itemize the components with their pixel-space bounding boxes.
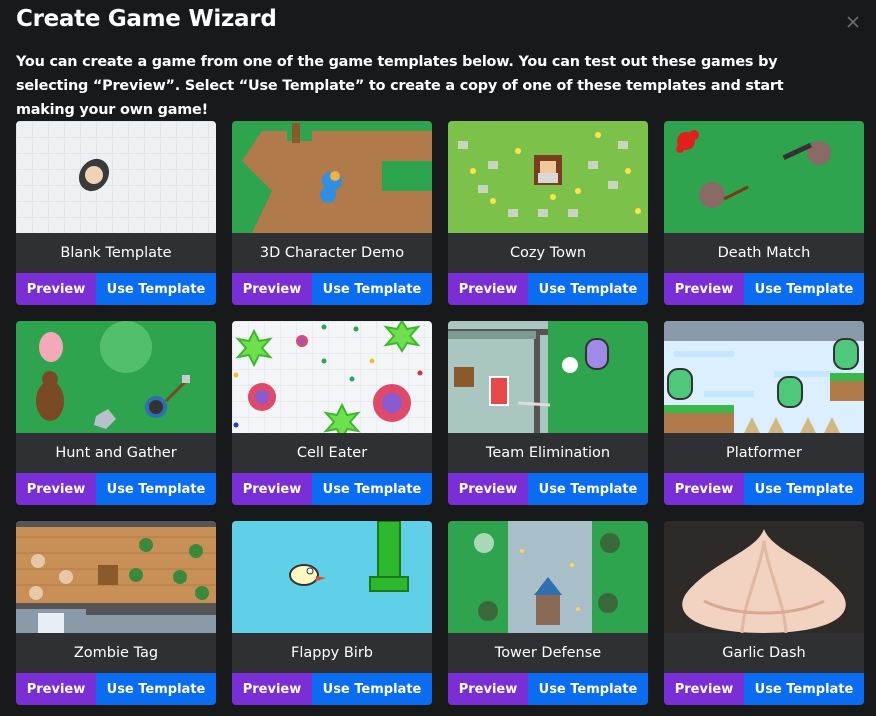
template-name: Zombie Tag: [16, 633, 216, 673]
template-card-team-elimination: Team Elimination Preview Use Template: [448, 321, 648, 505]
template-thumbnail[interactable]: [16, 321, 216, 433]
template-thumbnail[interactable]: [448, 121, 648, 233]
template-card-3d-character-demo: 3D Character Demo Preview Use Template: [232, 121, 432, 305]
preview-button[interactable]: Preview: [16, 673, 96, 705]
use-template-button[interactable]: Use Template: [312, 673, 432, 705]
dialog-description: You can create a game from one of the ga…: [16, 54, 784, 118]
template-card-blank-template: Blank Template Preview Use Template: [16, 121, 216, 305]
template-card-cozy-town: Cozy Town Preview Use Template: [448, 121, 648, 305]
template-thumbnail[interactable]: [232, 321, 432, 433]
preview-button[interactable]: Preview: [664, 673, 744, 705]
use-template-button[interactable]: Use Template: [528, 673, 648, 705]
preview-button[interactable]: Preview: [232, 673, 312, 705]
use-template-button[interactable]: Use Template: [312, 273, 432, 305]
template-grid: Blank Template Preview Use Template 3D C…: [16, 121, 864, 705]
preview-button[interactable]: Preview: [448, 673, 528, 705]
template-thumbnail[interactable]: [448, 521, 648, 633]
template-thumbnail[interactable]: [448, 321, 648, 433]
preview-button[interactable]: Preview: [664, 473, 744, 505]
template-thumbnail[interactable]: [16, 121, 216, 233]
preview-button[interactable]: Preview: [232, 473, 312, 505]
template-name: Hunt and Gather: [16, 433, 216, 473]
template-name: Tower Defense: [448, 633, 648, 673]
template-thumbnail[interactable]: [664, 121, 864, 233]
preview-button[interactable]: Preview: [448, 473, 528, 505]
use-template-button[interactable]: Use Template: [744, 273, 864, 305]
use-template-button[interactable]: Use Template: [96, 673, 216, 705]
preview-button[interactable]: Preview: [232, 273, 312, 305]
use-template-button[interactable]: Use Template: [312, 473, 432, 505]
template-name: Flappy Birb: [232, 633, 432, 673]
template-card-zombie-tag: Zombie Tag Preview Use Template: [16, 521, 216, 705]
template-card-platformer: Platformer Preview Use Template: [664, 321, 864, 505]
use-template-button[interactable]: Use Template: [96, 473, 216, 505]
template-thumbnail[interactable]: [16, 521, 216, 633]
template-name: Garlic Dash: [664, 633, 864, 673]
template-name: Cozy Town: [448, 233, 648, 273]
preview-button[interactable]: Preview: [664, 273, 744, 305]
template-name: 3D Character Demo: [232, 233, 432, 273]
use-template-button[interactable]: Use Template: [528, 473, 648, 505]
template-thumbnail[interactable]: [664, 321, 864, 433]
template-thumbnail[interactable]: [664, 521, 864, 633]
use-template-button[interactable]: Use Template: [744, 473, 864, 505]
template-thumbnail[interactable]: [232, 121, 432, 233]
preview-button[interactable]: Preview: [448, 273, 528, 305]
template-name: Platformer: [664, 433, 864, 473]
template-name: Cell Eater: [232, 433, 432, 473]
template-name: Team Elimination: [448, 433, 648, 473]
preview-button[interactable]: Preview: [16, 273, 96, 305]
template-thumbnail[interactable]: [232, 521, 432, 633]
close-icon[interactable]: [844, 13, 862, 31]
preview-button[interactable]: Preview: [16, 473, 96, 505]
template-card-garlic-dash: Garlic Dash Preview Use Template: [664, 521, 864, 705]
template-card-tower-defense: Tower Defense Preview Use Template: [448, 521, 648, 705]
use-template-button[interactable]: Use Template: [528, 273, 648, 305]
use-template-button[interactable]: Use Template: [744, 673, 864, 705]
template-card-flappy-birb: Flappy Birb Preview Use Template: [232, 521, 432, 705]
use-template-button[interactable]: Use Template: [96, 273, 216, 305]
template-name: Blank Template: [16, 233, 216, 273]
template-name: Death Match: [664, 233, 864, 273]
template-card-hunt-and-gather: Hunt and Gather Preview Use Template: [16, 321, 216, 505]
template-card-cell-eater: Cell Eater Preview Use Template: [232, 321, 432, 505]
template-card-death-match: Death Match Preview Use Template: [664, 121, 864, 305]
dialog-title: Create Game Wizard: [16, 6, 277, 32]
